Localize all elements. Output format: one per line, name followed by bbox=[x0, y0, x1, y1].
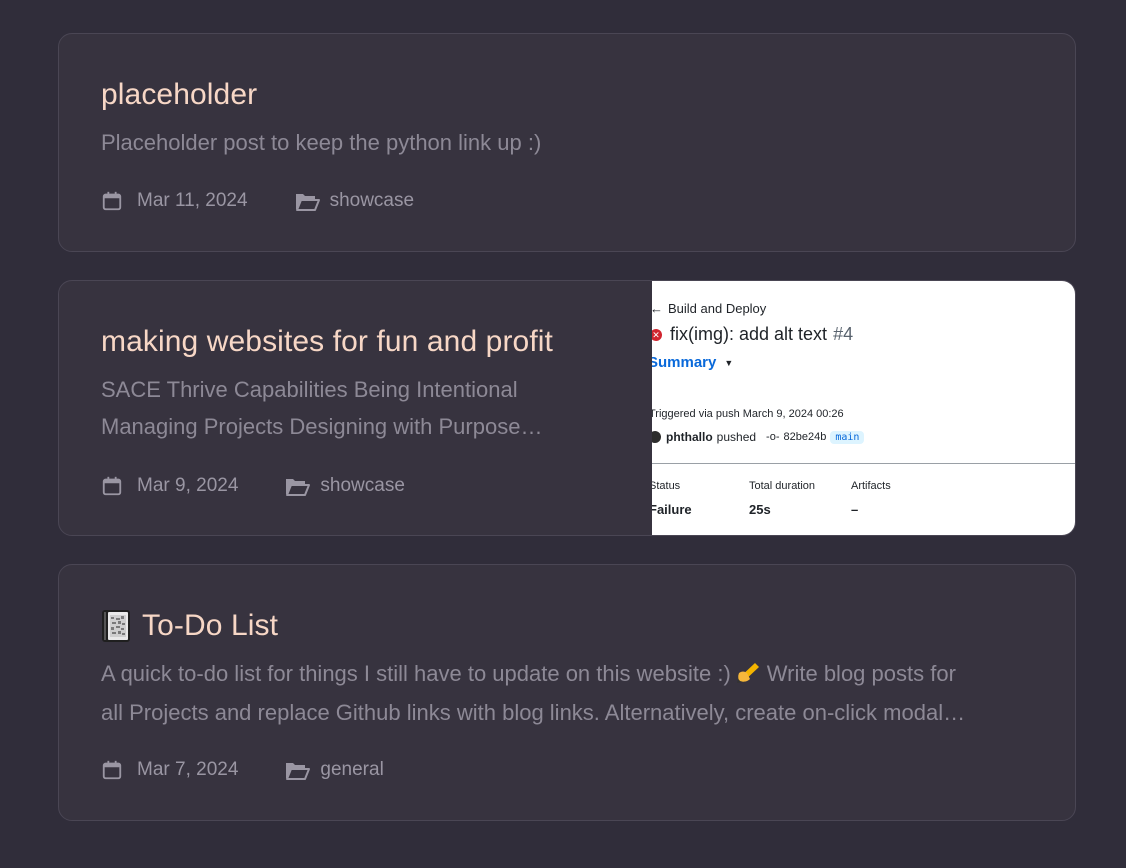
artifacts-value: – bbox=[851, 502, 859, 517]
excerpt-line: SACE Thrive Capabilities Being Intention… bbox=[101, 377, 518, 402]
excerpt-line: Managing Projects Designing with Purpose… bbox=[101, 414, 543, 439]
post-thumbnail-image[interactable]: ← Build and Deploy ✕ fix(img): add alt t… bbox=[652, 281, 1075, 535]
post-date: Mar 9, 2024 bbox=[137, 475, 239, 496]
excerpt-line: all Projects and replace Github links wi… bbox=[101, 699, 966, 725]
post-excerpt: Placeholder post to keep the python link… bbox=[101, 124, 541, 161]
calendar-icon bbox=[101, 759, 123, 781]
post-title[interactable]: making websites for fun and profit bbox=[101, 325, 553, 359]
caret-down-icon: ▼ bbox=[724, 357, 734, 368]
back-link: ← Build and Deploy bbox=[652, 301, 766, 316]
post-excerpt: SACE Thrive Capabilities Being Intention… bbox=[101, 371, 601, 445]
arrow-left-icon: ← bbox=[652, 301, 663, 316]
duration-label: Total duration bbox=[749, 480, 816, 492]
excerpt-line-text: A quick to-do list for things I still ha… bbox=[101, 661, 731, 686]
commit-sha: 82be24b bbox=[783, 431, 827, 443]
post-title-text: To-Do List bbox=[142, 609, 279, 642]
action-text: pushed bbox=[716, 430, 757, 444]
notebook-emoji-icon bbox=[101, 609, 131, 643]
folder-open-icon bbox=[284, 475, 311, 497]
branch-badge: main bbox=[830, 430, 865, 444]
post-date: Mar 11, 2024 bbox=[137, 190, 248, 211]
run-number: #4 bbox=[833, 324, 854, 344]
duration-value: 25s bbox=[749, 502, 771, 517]
git-commit-icon: -o- bbox=[766, 431, 780, 443]
post-meta: Mar 11, 2024 showcase bbox=[101, 190, 414, 212]
post-date: Mar 7, 2024 bbox=[137, 759, 239, 780]
failure-x-icon: ✕ bbox=[652, 328, 662, 341]
calendar-icon bbox=[101, 475, 123, 497]
artifacts-label: Artifacts bbox=[851, 480, 891, 492]
status-value: Failure bbox=[652, 502, 692, 517]
run-title: ✕ fix(img): add alt text #4 bbox=[652, 324, 853, 345]
post-card-todo-list[interactable]: To-Do List A quick to-do list for things… bbox=[58, 564, 1076, 821]
post-card-placeholder[interactable]: placeholder Placeholder post to keep the… bbox=[58, 33, 1076, 252]
workflow-name: Build and Deploy bbox=[668, 301, 767, 316]
post-excerpt: A quick to-do list for things I still ha… bbox=[101, 655, 1031, 731]
post-card-making-websites[interactable]: making websites for fun and profit SACE … bbox=[58, 280, 1076, 536]
post-category-link[interactable]: general bbox=[320, 759, 383, 781]
status-label: Status bbox=[652, 480, 681, 492]
divider bbox=[652, 463, 1075, 464]
commit-info: -o- 82be24b bbox=[766, 431, 826, 443]
writing-hand-emoji-icon bbox=[735, 657, 763, 694]
run-title-text: fix(img): add alt text bbox=[670, 324, 828, 344]
avatar bbox=[652, 431, 661, 443]
folder-open-icon bbox=[284, 759, 311, 781]
summary-label: Summary bbox=[652, 354, 717, 371]
folder-open-icon bbox=[294, 190, 320, 212]
excerpt-line: Placeholder post to keep the python link… bbox=[101, 130, 542, 155]
post-meta: Mar 7, 2024 general bbox=[101, 759, 384, 781]
summary-dropdown: Summary ▼ bbox=[652, 354, 733, 371]
post-title[interactable]: placeholder bbox=[101, 78, 257, 112]
actor-name: phthallo bbox=[666, 430, 713, 444]
trigger-text: Triggered via push March 9, 2024 00:26 bbox=[652, 408, 844, 420]
post-category-link[interactable]: showcase bbox=[320, 475, 405, 497]
push-info: phthallo pushed -o- 82be24b main bbox=[652, 430, 865, 444]
excerpt-line: A quick to-do list for things I still ha… bbox=[101, 655, 1031, 694]
calendar-icon bbox=[101, 190, 123, 212]
post-title[interactable]: To-Do List bbox=[101, 609, 278, 643]
post-category-link[interactable]: showcase bbox=[330, 190, 415, 212]
post-meta: Mar 9, 2024 showcase bbox=[101, 475, 405, 497]
excerpt-line-text: Write blog posts for bbox=[766, 661, 956, 686]
